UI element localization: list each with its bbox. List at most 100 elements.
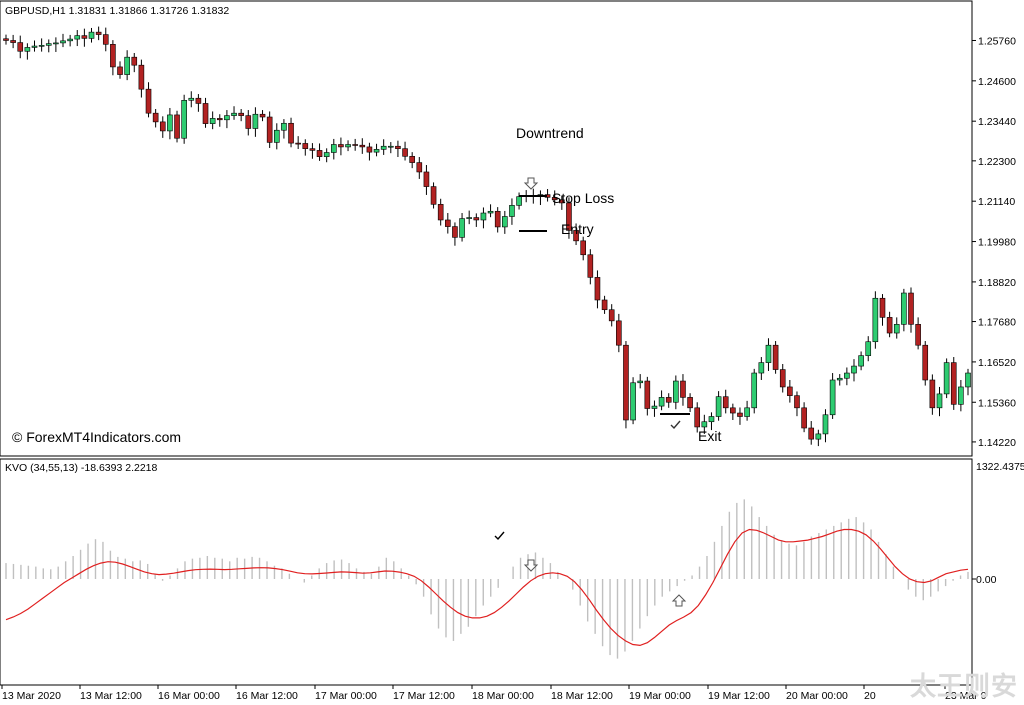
candle-body [145, 88, 152, 114]
candle-body [950, 362, 957, 405]
price-tick-label: 1.14220 [978, 437, 1016, 449]
candle-body [715, 396, 722, 417]
candle-body [616, 320, 622, 346]
candle-body [779, 369, 786, 388]
time-tick-label: 18 Mar 00:00 [472, 690, 534, 702]
candle-body [387, 145, 394, 148]
candle-body [658, 397, 665, 407]
candle-body [188, 97, 195, 101]
price-axis: 1.25760 1.24600 1.23440 1.22300 1.21140 1.199… [972, 35, 1016, 449]
candle-body [651, 405, 658, 409]
indicator-header: KVO (34,55,13) -18.6393 2.2218 [5, 462, 158, 474]
candle-body [608, 309, 615, 322]
candle-body [380, 145, 387, 150]
candle-body [722, 396, 729, 409]
candle-body [238, 112, 244, 116]
candle-body [665, 397, 672, 403]
candle-body [60, 40, 66, 44]
candle-body [316, 150, 323, 157]
candle-body [630, 382, 636, 421]
candle-body [452, 226, 458, 238]
candle-body [88, 31, 95, 39]
price-tick-label: 1.24600 [978, 76, 1016, 88]
candle-body [288, 122, 294, 144]
time-tick-label: 16 Mar 12:00 [236, 690, 298, 702]
candle-body [466, 217, 472, 219]
candle-body [266, 116, 273, 143]
downtrend-label: Downtrend [516, 125, 584, 141]
candle-body [680, 380, 686, 398]
candle-body [644, 380, 651, 409]
candle-body [373, 149, 380, 153]
candle-body [45, 43, 52, 46]
candle-body [330, 144, 337, 153]
candle-body [594, 277, 601, 301]
candle-body [95, 31, 102, 35]
candle-body [67, 38, 73, 42]
candle-body [245, 115, 252, 129]
candle-body [159, 121, 166, 132]
time-tick-label: 20 Mar 00:00 [786, 690, 848, 702]
candle-body [844, 372, 850, 379]
candle-body [323, 152, 330, 157]
candle-body [494, 210, 501, 228]
candle-body [865, 341, 872, 356]
candle-body [815, 433, 822, 440]
candle-body [879, 297, 886, 318]
candle-body [174, 114, 180, 139]
price-tick-label: 1.23440 [978, 116, 1016, 128]
stop-loss-label: Stop Loss [552, 190, 614, 206]
candle-body [17, 42, 24, 52]
price-tick-label: 1.15360 [978, 397, 1016, 409]
candle-body [195, 97, 202, 104]
candle-body [637, 380, 644, 384]
time-tick-label: 13 Mar 12:00 [80, 690, 142, 702]
candle-body [31, 45, 38, 48]
candle-body [772, 344, 779, 370]
candle-body [487, 210, 494, 214]
candle-body [181, 100, 187, 139]
candle-body [480, 212, 487, 221]
candle-body [131, 56, 138, 66]
candle-body [38, 45, 45, 47]
candle-body [102, 34, 109, 45]
candle-body [430, 186, 437, 205]
candle-body [872, 297, 879, 343]
candle-body [730, 407, 736, 414]
candle-body [737, 412, 743, 417]
candle-body [851, 365, 857, 374]
price-tick-label: 1.18820 [978, 277, 1016, 289]
candle-body [516, 196, 522, 206]
candle-body [673, 380, 679, 403]
candle-body [366, 146, 373, 153]
candle-body [459, 218, 465, 238]
candle-body [886, 317, 893, 334]
candle-body [801, 407, 807, 429]
candle-body [893, 324, 900, 334]
candle-body [751, 372, 758, 409]
candle-body [352, 144, 358, 146]
candle-body [922, 344, 929, 381]
candle-body [694, 407, 701, 428]
candle-body [309, 148, 316, 151]
time-tick-label: 18 Mar 12:00 [551, 690, 613, 702]
price-tick-label: 1.25760 [978, 35, 1016, 47]
time-tick-label: 19 Mar 12:00 [708, 690, 770, 702]
candle-body [708, 416, 715, 423]
candle-body [687, 397, 693, 409]
watermark-logo: 太王则安 [909, 671, 1018, 701]
main-panel [0, 0, 973, 457]
candle-body [402, 148, 408, 157]
candle-body [822, 414, 829, 435]
candle-body [110, 44, 116, 68]
price-tick-label: 1.22300 [978, 156, 1016, 168]
entry-label: Entry [561, 221, 594, 237]
candle-body [808, 427, 815, 440]
copyright-label: © ForexMT4Indicators.com [12, 429, 181, 445]
candle-body [117, 66, 123, 75]
candle-body [416, 162, 423, 173]
candle-body [423, 171, 430, 187]
candle-body [224, 115, 230, 121]
candle-body [138, 64, 145, 90]
candle-body [908, 292, 914, 325]
